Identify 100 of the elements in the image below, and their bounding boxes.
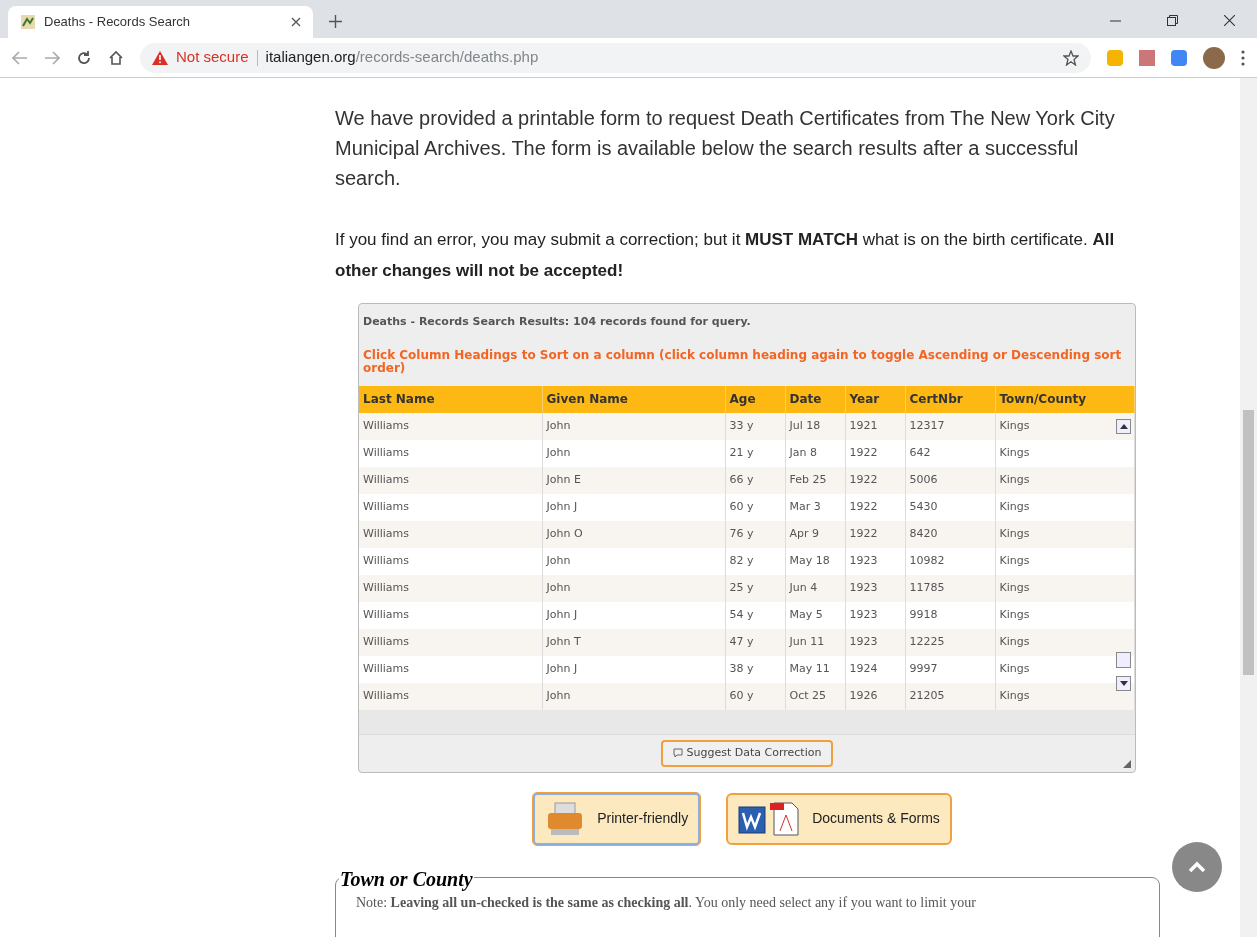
table-cell: Kings <box>995 439 1135 467</box>
bookmark-star-icon[interactable] <box>1063 49 1079 66</box>
table-cell: 9997 <box>905 655 995 683</box>
results-summary: Deaths - Records Search Results: 104 records found for query. <box>362 314 752 330</box>
table-cell: John E <box>542 466 725 494</box>
page-scroll-thumb[interactable] <box>1243 410 1254 675</box>
printer-friendly-button[interactable]: Printer-friendly <box>533 792 701 845</box>
table-cell: 76 y <box>725 520 785 548</box>
table-cell: Apr 9 <box>785 520 845 548</box>
table-cell: Williams <box>359 655 542 683</box>
table-cell: Williams <box>359 493 542 521</box>
table-cell: Jul 18 <box>785 412 845 440</box>
table-cell: Williams <box>359 439 542 467</box>
table-cell: Williams <box>359 547 542 575</box>
table-cell: May 11 <box>785 655 845 683</box>
table-cell: 1922 <box>845 493 905 521</box>
table-cell: 12225 <box>905 628 995 656</box>
table-cell: Williams <box>359 628 542 656</box>
page-scrollbar[interactable] <box>1240 78 1257 937</box>
restore-icon[interactable] <box>1167 15 1178 26</box>
table-cell: Williams <box>359 520 542 548</box>
address-bar[interactable]: Not secure italiangen.org/records-search/deaths.php <box>140 42 1091 73</box>
table-cell: Williams <box>359 466 542 494</box>
town-note: Note: Leaving all un-checked is the same as checking all. You only need select any if you want to limit your <box>356 893 977 912</box>
table-cell: 1923 <box>845 628 905 656</box>
table-cell: 82 y <box>725 547 785 575</box>
reload-icon[interactable] <box>76 49 92 66</box>
document-icons-drawing <box>738 800 801 837</box>
table-cell: Kings <box>995 601 1135 629</box>
table-cell: 1923 <box>845 574 905 602</box>
url-text: italiangen.org/records-search/deaths.php <box>265 47 540 68</box>
table-cell: Kings <box>995 493 1135 521</box>
table-cell: 1922 <box>845 439 905 467</box>
table-cell: 5006 <box>905 466 995 494</box>
table-cell: 54 y <box>725 601 785 629</box>
column-header[interactable]: Age <box>725 385 785 413</box>
table-cell: 642 <box>905 439 995 467</box>
table-cell: Oct 25 <box>785 682 845 710</box>
table-cell: 8420 <box>905 520 995 548</box>
column-header[interactable]: Given Name <box>542 385 725 413</box>
table-cell: John <box>542 574 725 602</box>
table-cell: May 5 <box>785 601 845 629</box>
table-cell: Kings <box>995 547 1135 575</box>
table-cell: 33 y <box>725 412 785 440</box>
table-cell: John <box>542 439 725 467</box>
tab-title: Deaths - Records Search <box>44 13 191 32</box>
table-cell: 11785 <box>905 574 995 602</box>
table-cell: May 18 <box>785 547 845 575</box>
down-arrow-icon <box>1119 680 1128 686</box>
menu-icon[interactable] <box>1241 49 1245 66</box>
table-cell: 47 y <box>725 628 785 656</box>
up-arrow-icon <box>1119 423 1128 429</box>
chevron-up-icon <box>1188 861 1206 873</box>
table-cell: John <box>542 547 725 575</box>
column-header[interactable]: Date <box>785 385 845 413</box>
suggest-correction-button[interactable]: Suggest Data Correction <box>660 739 834 767</box>
table-cell: 10982 <box>905 547 995 575</box>
table-cell: John J <box>542 493 725 521</box>
table-cell: 1921 <box>845 412 905 440</box>
browser-tab[interactable]: Deaths - Records Search <box>8 6 313 38</box>
notice-paragraph: If you find an error, you may submit a correction; but it MUST MATCH what is on the birth certificate. All other changes will not be accepted! <box>335 229 1116 282</box>
warning-icon <box>152 50 168 65</box>
close-icon[interactable] <box>291 17 301 27</box>
home-icon[interactable] <box>108 49 124 66</box>
intro-paragraph: We have provided a printable form to request Death Certificates from The New York City Municipal Archives. The form is available below the search results after a successful search. <box>335 106 1116 191</box>
table-cell: 1922 <box>845 520 905 548</box>
table-cell: 60 y <box>725 682 785 710</box>
column-header[interactable]: Last Name <box>359 385 542 413</box>
table-cell: Feb 25 <box>785 466 845 494</box>
column-header[interactable]: CertNbr <box>905 385 995 413</box>
security-label: Not secure <box>176 47 249 68</box>
new-tab-icon[interactable] <box>329 15 342 28</box>
table-cell: John <box>542 682 725 710</box>
column-header[interactable]: Year <box>845 385 905 413</box>
table-cell: 5430 <box>905 493 995 521</box>
table-cell: John J <box>542 655 725 683</box>
close-window-icon[interactable] <box>1224 15 1235 26</box>
table-cell: 1923 <box>845 547 905 575</box>
table-cell: John O <box>542 520 725 548</box>
table-cell: John <box>542 412 725 440</box>
table-cell: 12317 <box>905 412 995 440</box>
table-cell: 25 y <box>725 574 785 602</box>
table-cell: Williams <box>359 682 542 710</box>
avatar-icon[interactable] <box>1203 46 1225 69</box>
table-cell: Jun 11 <box>785 628 845 656</box>
column-header[interactable]: Town/County <box>995 385 1135 413</box>
table-cell: 21205 <box>905 682 995 710</box>
resize-grip-icon[interactable] <box>1123 759 1131 768</box>
table-cell: John T <box>542 628 725 656</box>
documents-button[interactable]: Documents & Forms <box>726 792 952 845</box>
comment-icon <box>672 748 683 758</box>
table-cell: 1923 <box>845 601 905 629</box>
table-cell: 1922 <box>845 466 905 494</box>
table-cell: 60 y <box>725 493 785 521</box>
scroll-to-top-button[interactable] <box>1172 842 1222 892</box>
sort-hint: Click Column Headings to Sort on a column (click column heading again to toggle Ascending or Descending sort order) <box>363 348 1123 375</box>
table-cell: Jun 4 <box>785 574 845 602</box>
table-cell: Kings <box>995 520 1135 548</box>
table-cell: 66 y <box>725 466 785 494</box>
table-cell: Williams <box>359 601 542 629</box>
